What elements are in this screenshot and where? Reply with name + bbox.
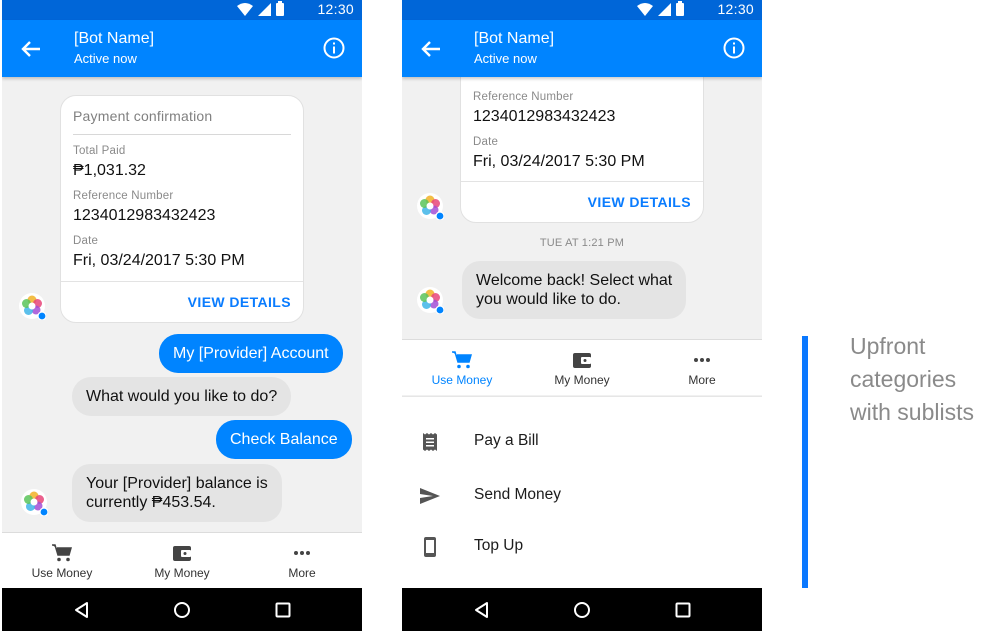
submenu-label: Top Up <box>474 537 524 554</box>
receipt-field-label: Reference Number <box>73 190 174 202</box>
submenu-item-top-up[interactable]: Top Up <box>402 522 762 572</box>
nav-recents-icon[interactable] <box>673 600 693 620</box>
receipt-footer: VIEW DETAILS <box>61 281 303 323</box>
divider <box>73 134 291 135</box>
conversation-header: [Bot Name] Active now <box>2 20 362 77</box>
bot-message: Welcome back! Select what you would like… <box>462 261 687 319</box>
tab-label: Use Money <box>431 373 493 387</box>
tab-label: My Money <box>554 373 610 387</box>
user-message: Check Balance <box>216 420 352 459</box>
receipt-field-label: Date <box>73 235 99 247</box>
more-dots-icon <box>294 551 310 555</box>
payment-receipt-card: Payment confirmation Total Paid ₱1,031.3… <box>60 95 304 323</box>
bot-avatar-icon <box>19 293 46 320</box>
arrow-left-icon[interactable] <box>420 38 442 60</box>
wallet-icon <box>173 546 191 561</box>
submenu-label: Send Money <box>474 486 562 503</box>
send-icon <box>420 488 440 504</box>
info-icon[interactable] <box>722 36 746 60</box>
receipt-field-value: 1234012983432423 <box>73 207 216 224</box>
persistent-menu: Use Money My Money More <box>2 532 362 588</box>
phone-screen-2: 12:30 [Bot Name] Active now Reference Nu… <box>402 0 762 631</box>
receipt-field-value: ₱1,031.32 <box>73 162 146 179</box>
nav-back-icon[interactable] <box>472 600 492 620</box>
wifi-icon <box>237 3 253 16</box>
system-nav-bar <box>2 588 362 631</box>
annotation-caption: Upfront categories with sublists <box>850 333 974 425</box>
nav-recents-icon[interactable] <box>273 600 293 620</box>
status-time: 12:30 <box>317 1 354 17</box>
signal-icon <box>658 3 671 16</box>
user-message: My [Provider] Account <box>159 334 343 373</box>
bot-message: Your [Provider] balance is currently ₱45… <box>72 464 282 522</box>
receipt-title: Payment confirmation <box>73 108 213 124</box>
bot-status: Active now <box>74 51 137 66</box>
nav-home-icon[interactable] <box>172 600 192 620</box>
wallet-icon <box>573 353 591 368</box>
phone-icon <box>424 537 436 557</box>
info-icon[interactable] <box>322 36 346 60</box>
receipt-field-value: 1234012983432423 <box>473 108 616 125</box>
bot-status: Active now <box>474 51 537 66</box>
nav-back-icon[interactable] <box>72 600 92 620</box>
receipt-field-label: Date <box>473 136 499 148</box>
battery-icon <box>276 1 284 16</box>
bot-avatar-icon <box>21 489 48 516</box>
status-time: 12:30 <box>717 1 754 17</box>
receipt-field-value: Fri, 03/24/2017 5:30 PM <box>473 153 645 170</box>
status-bar: 12:30 <box>402 0 762 20</box>
tab-label: Use Money <box>31 566 93 580</box>
submenu-label: Pay a Bill <box>474 432 539 449</box>
bot-message: What would you like to do? <box>72 377 292 416</box>
bot-avatar-icon <box>417 193 444 220</box>
nav-home-icon[interactable] <box>572 600 592 620</box>
battery-icon <box>676 1 684 16</box>
view-details-button[interactable]: VIEW DETAILS <box>188 294 291 310</box>
receipt-icon <box>423 433 437 451</box>
tab-my-money[interactable]: My Money <box>122 533 242 589</box>
tab-label: My Money <box>154 566 210 580</box>
persistent-menu: Use Money My Money More <box>402 339 762 395</box>
arrow-left-icon[interactable] <box>20 38 42 60</box>
receipt-footer: VIEW DETAILS <box>461 181 703 223</box>
submenu-panel: Pay a Bill Send Money Top Up <box>402 396 762 588</box>
cart-icon <box>52 544 72 562</box>
receipt-field-value: Fri, 03/24/2017 5:30 PM <box>73 252 245 269</box>
tab-more[interactable]: More <box>242 533 362 589</box>
receipt-field-label: Total Paid <box>73 145 126 157</box>
cart-icon <box>452 351 472 369</box>
wifi-icon <box>637 3 653 16</box>
message-timestamp: TUE AT 1:21 PM <box>539 237 625 249</box>
submenu-item-pay-bill[interactable]: Pay a Bill <box>402 417 762 467</box>
more-dots-icon <box>694 358 710 362</box>
annotation-accent-bar <box>802 336 808 588</box>
tab-more[interactable]: More <box>642 340 762 396</box>
conversation-header: [Bot Name] Active now <box>402 20 762 77</box>
tab-label: More <box>288 566 316 580</box>
status-bar: 12:30 <box>2 0 362 20</box>
tab-use-money[interactable]: Use Money <box>402 340 522 396</box>
signal-icon <box>258 3 271 16</box>
bot-name: [Bot Name] <box>474 30 555 47</box>
tab-use-money[interactable]: Use Money <box>2 533 122 589</box>
submenu-item-send-money[interactable]: Send Money <box>402 471 762 521</box>
tab-label: More <box>688 373 716 387</box>
phone-screen-1: 12:30 [Bot Name] Active now Payment conf… <box>2 0 362 631</box>
receipt-field-label: Reference Number <box>473 91 574 103</box>
system-nav-bar <box>402 588 762 631</box>
bot-name: [Bot Name] <box>74 30 155 47</box>
tab-my-money[interactable]: My Money <box>522 340 642 396</box>
bot-avatar-icon <box>417 287 444 314</box>
view-details-button[interactable]: VIEW DETAILS <box>588 194 691 210</box>
